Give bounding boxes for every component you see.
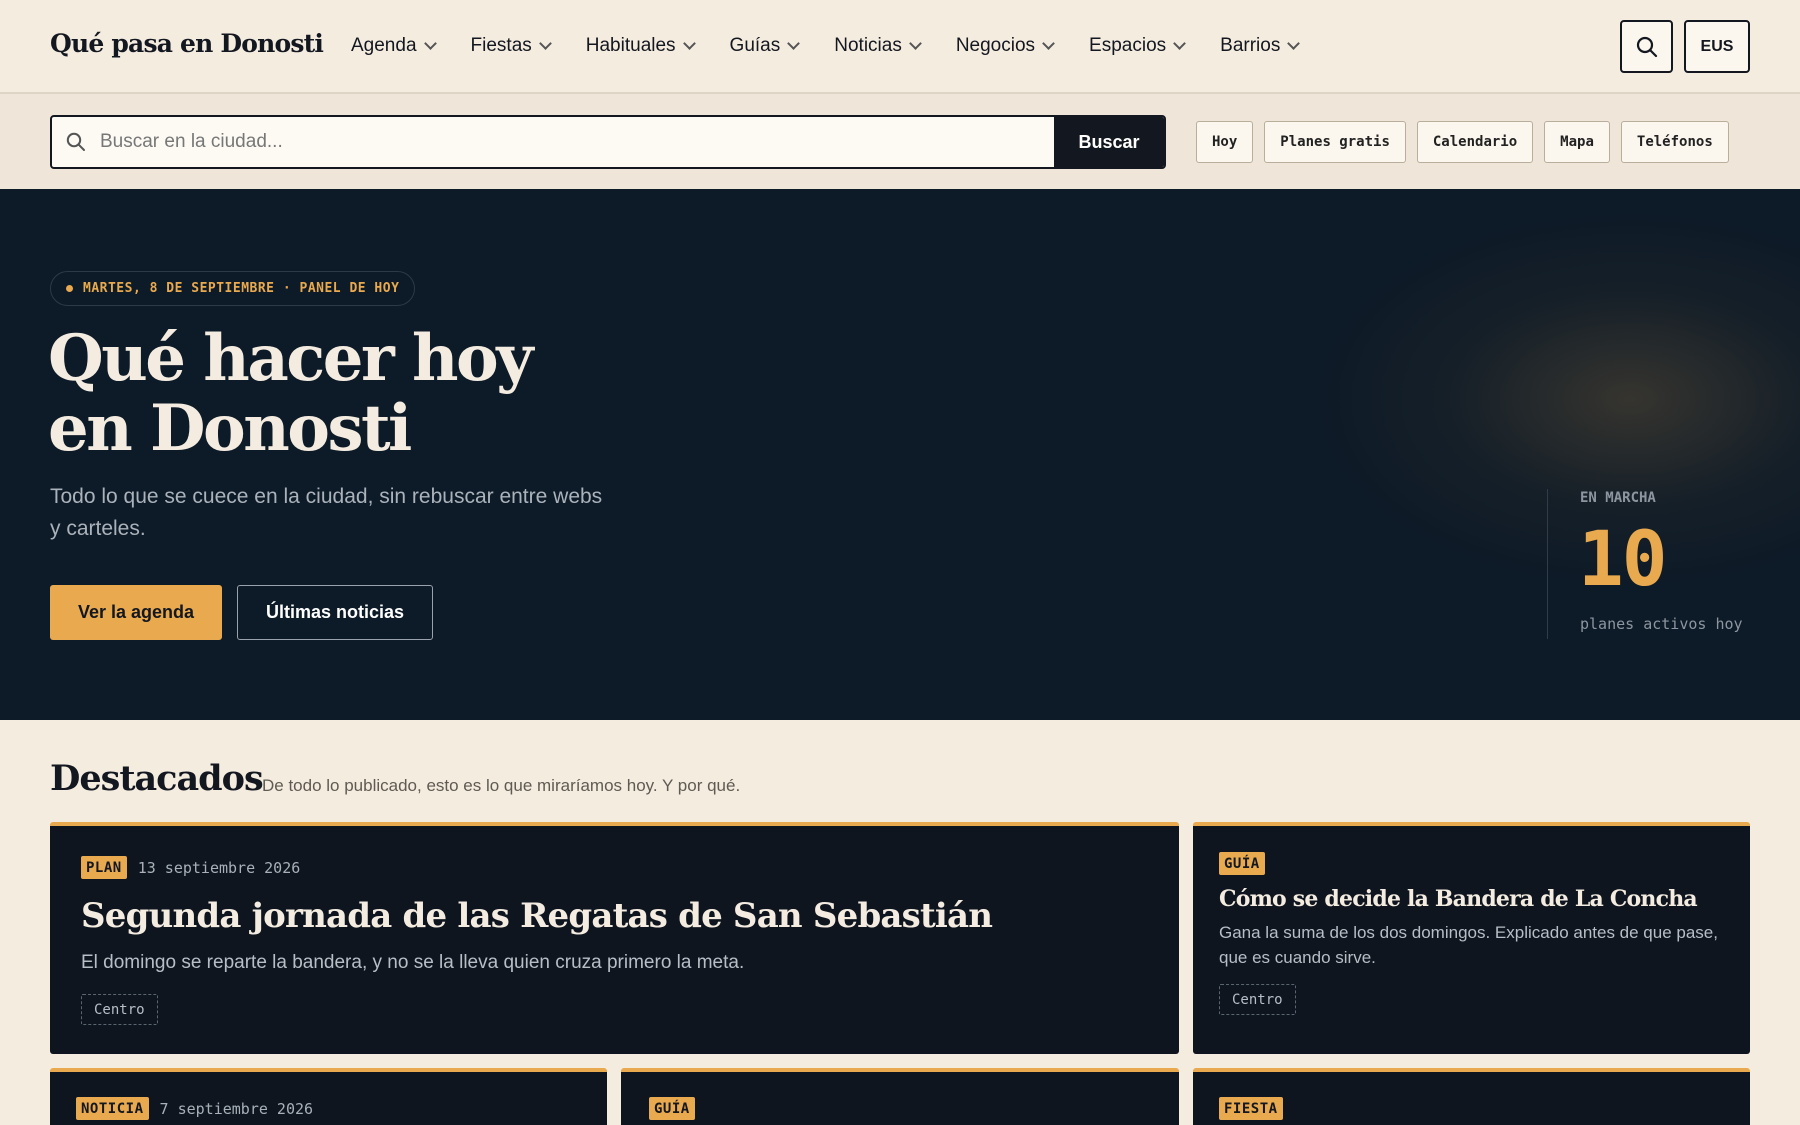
card-title[interactable]: Segunda jornada de las Regatas de San Se… [81,896,1141,936]
nav-item-label: Noticias [834,35,902,56]
card-title[interactable]: Cómo se decide la Bandera de La Concha [1219,886,1729,912]
chevron-down-icon [1173,37,1187,50]
live-counter-value: 10 [1578,514,1668,603]
card-location-tag[interactable]: Centro [81,994,158,1025]
chevron-down-icon [682,37,696,50]
nav-item-guias[interactable]: Guías [729,35,801,57]
nav-item-label: Habituales [585,35,676,56]
hero-date-text: MARTES, 8 DE SEPTIEMBRE · PANEL DE HOY [83,281,400,296]
card-date: 7 septiembre 2026 [159,1099,314,1118]
nav-item-label: Guías [729,35,781,56]
search-icon [1636,36,1657,57]
quick-links: Hoy Planes gratis Calendario Mapa Teléfo… [1196,121,1729,163]
nav-item-noticias[interactable]: Noticias [834,35,922,57]
chevron-down-icon [538,37,552,50]
nav-item-label: Fiestas [470,35,532,56]
view-agenda-button[interactable]: Ver la agenda [50,585,222,640]
search-icon [52,117,100,167]
card-tag: GUÍA [1219,852,1265,875]
quick-link-calendario[interactable]: Calendario [1416,121,1534,163]
card-description: El domingo se reparte la bandera, y no s… [81,952,745,973]
quick-link-planes-gratis[interactable]: Planes gratis [1264,121,1406,163]
hero-title-line-1: Qué hacer hoy [48,321,533,396]
nav-item-label: Espacios [1089,35,1167,56]
card-tag: FIESTA [1219,1097,1283,1120]
live-counter-description: planes activos hoy [1580,615,1743,633]
search-bar-row: Buscar Hoy Planes gratis Calendario Mapa… [0,94,1800,189]
quick-link-telefonos[interactable]: Teléfonos [1620,121,1729,163]
nav-item-habituales[interactable]: Habituales [585,35,696,57]
search-input[interactable] [100,117,1054,167]
featured-card-side[interactable]: GUÍA Cómo se decide la Bandera de La Con… [1193,822,1750,1054]
card-tag: GUÍA [649,1097,695,1120]
quick-link-hoy[interactable]: Hoy [1196,121,1254,163]
live-counter-label: EN MARCHA [1580,490,1656,506]
site-logo[interactable]: Qué pasa en Donosti [50,29,324,58]
card-meta: FIESTA [1219,1097,1283,1120]
nav-item-barrios[interactable]: Barrios [1220,35,1301,57]
chevron-down-icon [1042,37,1055,50]
chevron-down-icon [908,37,922,50]
chevron-down-icon [1287,37,1301,50]
card-meta: GUÍA [649,1097,695,1120]
card-meta: PLAN 13 septiembre 2026 [81,856,300,879]
card-tag: PLAN [81,856,127,879]
nav-item-label: Barrios [1220,35,1281,56]
search-form: Buscar [50,115,1166,169]
nav-item-label: Negocios [955,35,1036,56]
hero-title: Qué hacer hoy en Donosti [48,324,748,464]
featured-card-fiesta[interactable]: FIESTA [1193,1068,1750,1125]
chevron-down-icon [423,37,437,50]
nav-item-negocios[interactable]: Negocios [955,35,1055,57]
hero-subtitle: Todo lo que se cuece en la ciudad, sin r… [50,485,603,540]
hero-section: MARTES, 8 DE SEPTIEMBRE · PANEL DE HOY Q… [0,189,1800,720]
language-button[interactable]: EUS [1684,20,1750,73]
featured-card-noticia[interactable]: NOTICIA 7 septiembre 2026 [50,1068,607,1125]
nav-item-label: Agenda [351,35,417,56]
quick-link-mapa[interactable]: Mapa [1544,121,1610,163]
chevron-down-icon [787,37,801,50]
nav-item-fiestas[interactable]: Fiestas [470,35,552,57]
hero-title-line-2: en Donosti [48,391,412,466]
featured-title: Destacados [50,758,264,799]
main-nav: Agenda Fiestas Habituales Guías Noticias… [351,0,1301,92]
search-toggle-button[interactable] [1620,20,1673,73]
card-description: Gana la suma de los dos domingos. Explic… [1219,923,1718,967]
latest-news-button[interactable]: Últimas noticias [237,585,433,640]
card-meta: NOTICIA 7 septiembre 2026 [76,1097,313,1120]
hero-date-badge: MARTES, 8 DE SEPTIEMBRE · PANEL DE HOY [50,271,416,306]
search-submit-button[interactable]: Buscar [1054,117,1164,167]
featured-card-guia[interactable]: GUÍA [621,1068,1179,1125]
featured-card-main[interactable]: PLAN 13 septiembre 2026 Segunda jornada … [50,822,1179,1054]
site-header: Qué pasa en Donosti Agenda Fiestas Habit… [0,0,1800,94]
card-meta: GUÍA [1219,852,1265,875]
nav-item-agenda[interactable]: Agenda [351,35,437,57]
nav-item-espacios[interactable]: Espacios [1089,35,1187,57]
live-dot-icon [66,285,73,292]
featured-subtitle: De todo lo publicado, esto es lo que mir… [262,776,741,795]
card-date: 13 septiembre 2026 [137,858,301,877]
card-location-tag[interactable]: Centro [1219,984,1296,1015]
card-tag: NOTICIA [76,1097,149,1120]
live-counter: EN MARCHA 10 planes activos hoy [1547,489,1757,639]
